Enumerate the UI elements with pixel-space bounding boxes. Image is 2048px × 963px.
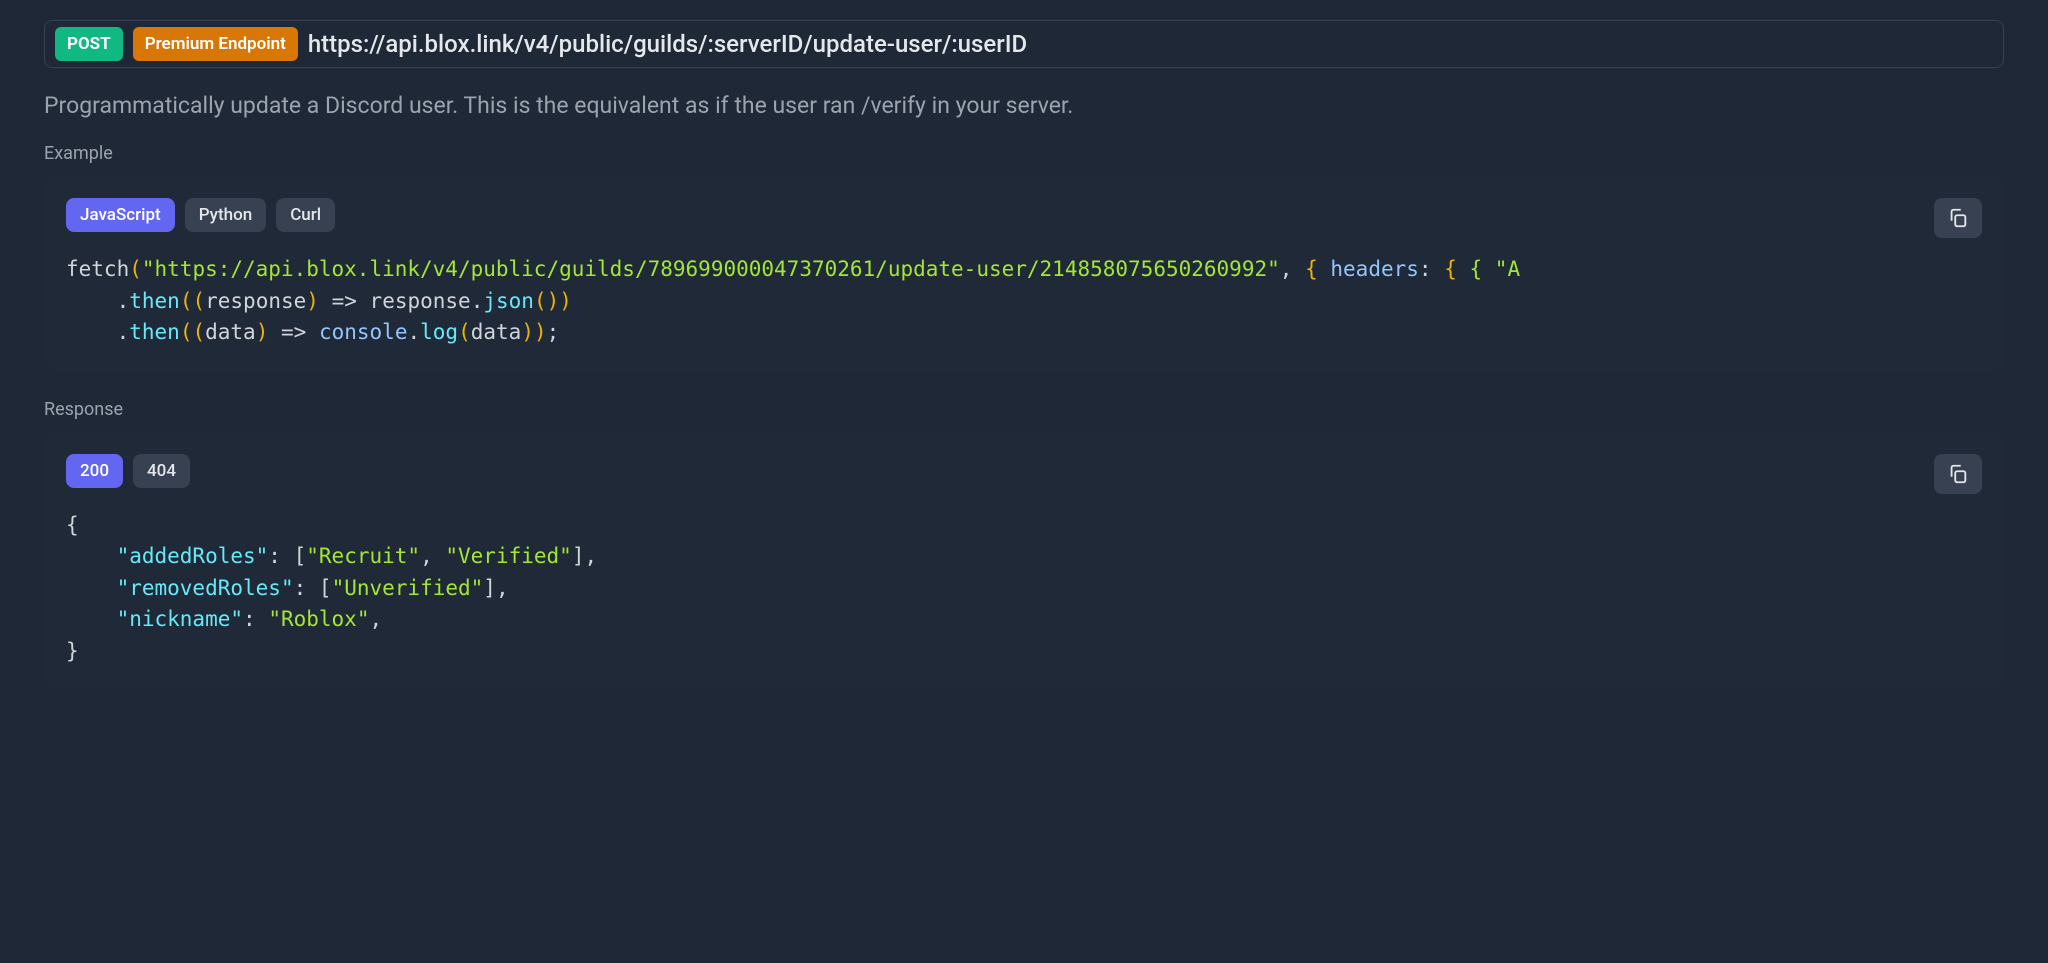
response-code: { "addedRoles": ["Recruit", "Verified"],…: [66, 510, 1982, 668]
example-label: Example: [44, 143, 2004, 164]
tab-404[interactable]: 404: [133, 454, 190, 488]
tab-200[interactable]: 200: [66, 454, 123, 488]
tab-javascript[interactable]: JavaScript: [66, 198, 175, 232]
endpoint-header: POST Premium Endpoint https://api.blox.l…: [44, 20, 2004, 68]
example-tabs: JavaScript Python Curl: [66, 198, 1982, 232]
response-label: Response: [44, 399, 2004, 420]
copy-icon: [1947, 463, 1969, 485]
tab-python[interactable]: Python: [185, 198, 267, 232]
copy-example-button[interactable]: [1934, 198, 1982, 238]
premium-badge: Premium Endpoint: [133, 27, 298, 61]
example-code: fetch("https://api.blox.link/v4/public/g…: [66, 254, 1982, 349]
copy-icon: [1947, 207, 1969, 229]
response-tabs: 200 404: [66, 454, 1982, 488]
http-method-badge: POST: [55, 27, 123, 61]
endpoint-description: Programmatically update a Discord user. …: [44, 92, 2004, 119]
copy-response-button[interactable]: [1934, 454, 1982, 494]
example-panel: JavaScript Python Curl fetch("https://ap…: [44, 176, 2004, 371]
tab-curl[interactable]: Curl: [276, 198, 335, 232]
endpoint-url: https://api.blox.link/v4/public/guilds/:…: [308, 30, 1027, 58]
response-panel: 200 404 { "addedRoles": ["Recruit", "Ver…: [44, 432, 2004, 690]
api-doc-container: POST Premium Endpoint https://api.blox.l…: [0, 0, 2048, 737]
